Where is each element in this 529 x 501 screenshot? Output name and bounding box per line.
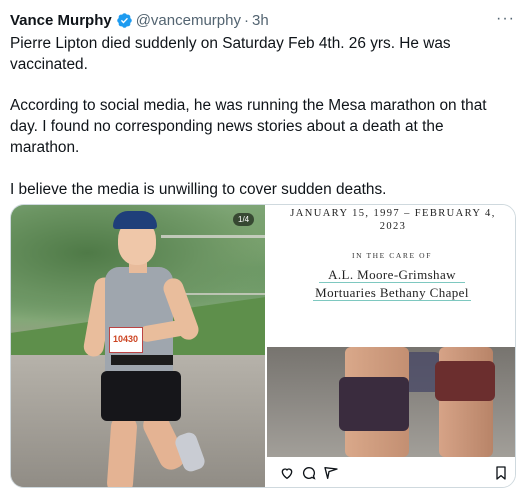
obituary-chapel: Mortuaries Bethany Chapel — [315, 285, 469, 300]
heart-icon[interactable] — [279, 465, 295, 481]
tweet-text: Pierre Lipton died suddenly on Saturday … — [10, 35, 487, 198]
obituary-dates: JANUARY 15, 1997 – FEBRUARY 4, 2023 — [290, 208, 496, 232]
runner-shorts — [339, 377, 409, 431]
author-name[interactable]: Vance Murphy — [10, 12, 112, 29]
verified-badge-icon — [116, 12, 133, 29]
comment-icon[interactable] — [301, 465, 317, 481]
underline — [313, 300, 471, 301]
author-handle[interactable]: @vancemurphy — [136, 12, 241, 29]
post-action-bar — [267, 457, 515, 487]
runner-shorts — [101, 371, 181, 421]
media-grid[interactable]: 10430 1/4 JANUARY 15, 1997 – FEBRUARY 4,… — [10, 204, 516, 488]
bookmark-icon[interactable] — [493, 465, 509, 481]
tweet-header: Vance Murphy @vancemurphy · 3h ··· — [10, 10, 519, 30]
share-icon[interactable] — [323, 465, 339, 481]
more-options-icon[interactable]: ··· — [496, 10, 515, 28]
runner-photo[interactable]: 10430 1/4 — [11, 205, 265, 487]
runner-shorts — [435, 361, 495, 401]
obituary-card[interactable]: JANUARY 15, 1997 – FEBRUARY 4, 2023 IN T… — [267, 205, 515, 347]
underline — [319, 282, 465, 283]
separator-dot: · — [243, 11, 249, 29]
timestamp[interactable]: 3h — [252, 12, 269, 29]
race-bib: 10430 — [109, 327, 143, 353]
obituary-care-of: IN THE CARE OF — [352, 251, 432, 260]
obituary-funeral-home: A.L. Moore-Grimshaw — [328, 267, 456, 282]
runner-cap — [113, 211, 157, 229]
page-indicator: 1/4 — [233, 213, 255, 226]
runner-leg — [106, 414, 138, 487]
race-photo[interactable] — [267, 347, 515, 457]
runner-belt — [111, 355, 173, 365]
